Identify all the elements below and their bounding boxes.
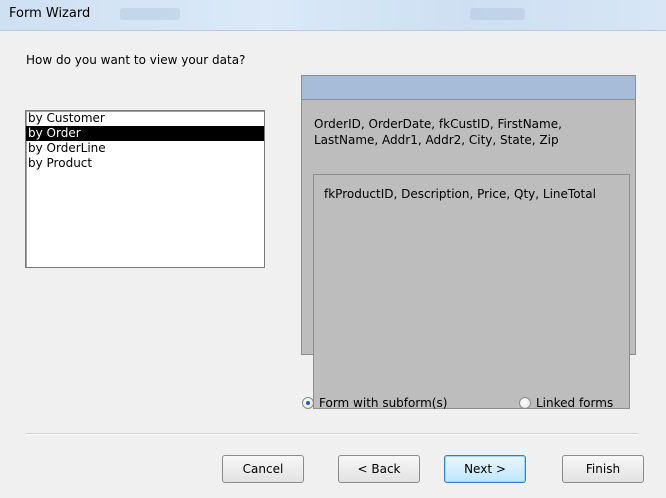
cancel-button[interactable]: Cancel (222, 455, 304, 483)
title-bar-blur (120, 8, 180, 20)
list-item-selected[interactable]: by Order (26, 126, 264, 141)
finish-button[interactable]: Finish (562, 455, 644, 483)
back-button[interactable]: < Back (338, 455, 420, 483)
list-item[interactable]: by Product (26, 156, 264, 171)
window-title: Form Wizard (9, 6, 91, 21)
preview-header (302, 76, 635, 100)
form-with-subforms-option[interactable]: Form with subform(s) (302, 396, 447, 410)
main-form-fields: OrderID, OrderDate, fkCustID, FirstName,… (314, 117, 562, 147)
radio-checked-icon[interactable] (302, 397, 314, 409)
linked-forms-label: Linked forms (536, 396, 614, 410)
view-question: How do you want to view your data? (26, 53, 246, 67)
linked-forms-option[interactable]: Linked forms (519, 396, 613, 410)
subform-fields: fkProductID, Description, Price, Qty, Li… (324, 187, 596, 201)
subform-preview: fkProductID, Description, Price, Qty, Li… (313, 174, 630, 409)
list-item[interactable]: by Customer (26, 111, 264, 126)
form-preview: OrderID, OrderDate, fkCustID, FirstName,… (301, 75, 636, 409)
title-bar: Form Wizard (0, 0, 666, 31)
separator (26, 433, 638, 435)
radio-unchecked-icon[interactable] (519, 397, 531, 409)
title-bar-blur (470, 8, 525, 20)
next-button[interactable]: Next > (444, 455, 526, 483)
list-item[interactable]: by OrderLine (26, 141, 264, 156)
view-listbox[interactable]: by Customer by Order by OrderLine by Pro… (25, 110, 265, 268)
form-with-subforms-label: Form with subform(s) (319, 396, 448, 410)
